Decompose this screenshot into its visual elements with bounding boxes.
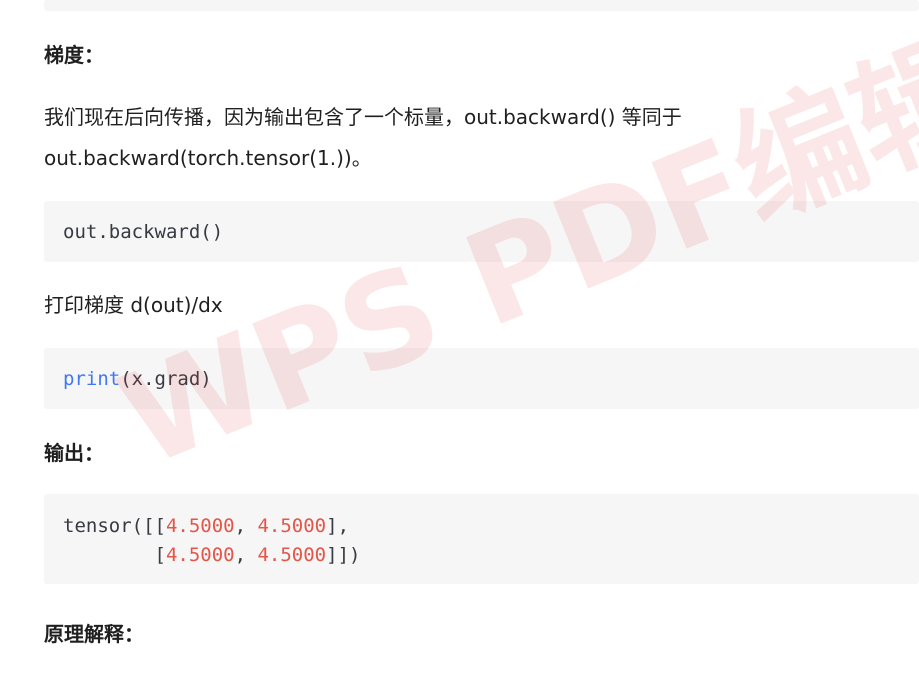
code-print: print(x.grad)	[63, 365, 212, 394]
output-heading: 输出：	[44, 441, 104, 465]
output-value: 4.5000	[257, 544, 327, 566]
code-keyword-print: print	[63, 368, 121, 390]
code-backward: out.backward()	[63, 221, 224, 243]
code-output: tensor([[4.5000, 4.5000], [4.5000, 4.500…	[63, 512, 360, 570]
print-heading: 打印梯度 d(out)/dx	[44, 293, 223, 317]
paragraph-line-1: 我们现在后向传播，因为输出包含了一个标量，out.backward() 等同于	[44, 105, 682, 129]
output-value: 4.5000	[165, 515, 235, 537]
code-block-top	[44, 0, 919, 11]
output-separator: ,	[234, 544, 258, 566]
principle-heading: 原理解释：	[44, 622, 144, 646]
output-value: 4.5000	[257, 515, 327, 537]
gradient-heading: 梯度：	[44, 43, 104, 67]
output-line1-prefix: tensor([[	[63, 515, 166, 537]
paragraph-line-2: out.backward(torch.tensor(1.))。	[44, 146, 372, 170]
output-value: 4.5000	[165, 544, 235, 566]
output-line2-prefix: [	[63, 544, 166, 566]
output-line1-suffix: ],	[326, 515, 350, 537]
output-line2-suffix: ]])	[326, 544, 361, 566]
code-print-args: (x.grad)	[120, 368, 212, 390]
output-separator: ,	[234, 515, 258, 537]
